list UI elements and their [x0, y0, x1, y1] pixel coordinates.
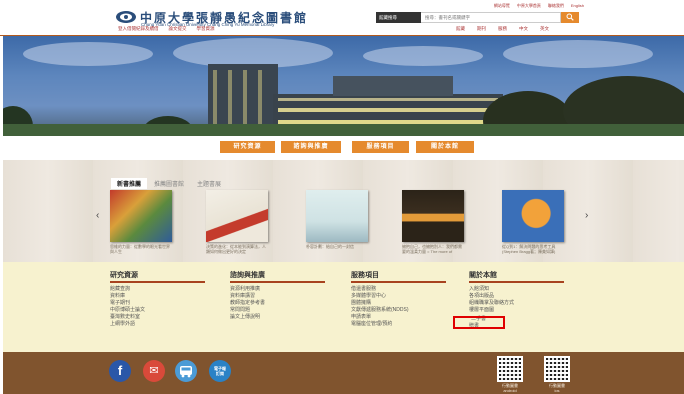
- highlight-box: [453, 316, 505, 329]
- book-item[interactable]: 從Q到1：解決問題的思考工具 (Stephen Bragg著；陳美如譯): [502, 190, 564, 258]
- book-caption[interactable]: 朴容計劃：給自己的一封信: [306, 244, 368, 249]
- university-logo-icon[interactable]: [115, 10, 137, 24]
- book-item[interactable]: 擁抱自己，也擁抱別人：我們都需要的溫柔力量 = The more of: [402, 190, 464, 258]
- subnav-chinese[interactable]: 中文: [519, 26, 528, 32]
- mail-icon[interactable]: ✉: [143, 360, 165, 382]
- subnav-thesis[interactable]: 論文提交: [169, 26, 187, 32]
- footer-link[interactable]: 入館須知: [469, 286, 579, 293]
- book-item[interactable]: 思維的力量：從數學的眼光看世界與人生: [110, 190, 172, 258]
- footer-column-research: 研究資源 館藏查詢 資料庫 電子期刊 中原博碩士論文 臺灣數史料室 上網學外語: [110, 270, 220, 328]
- book-cover[interactable]: [502, 190, 564, 242]
- shelf-tab-themed[interactable]: 主題書展: [191, 178, 227, 189]
- footer-link[interactable]: 常問問題: [230, 307, 340, 314]
- top-link-english[interactable]: English: [571, 3, 584, 9]
- sub-navigation: 登入借閱紀錄及續借 論文提交 學習資源 館藏 期刊 服務 中文 英文: [0, 26, 684, 34]
- carousel-prev-arrow-icon[interactable]: ‹: [96, 210, 99, 221]
- footer-link[interactable]: 文獻傳遞服務系統(NDDS): [351, 307, 461, 314]
- top-link-contact[interactable]: 聯絡我們: [548, 3, 564, 9]
- book-cover[interactable]: [402, 190, 464, 242]
- search-input[interactable]: [421, 12, 561, 23]
- bus-glyph-icon: [180, 366, 192, 378]
- hero-banner-image: [3, 36, 684, 136]
- bus-icon[interactable]: [175, 360, 197, 382]
- footer-link[interactable]: 多媒體學習中心: [351, 293, 461, 300]
- search-button[interactable]: [561, 12, 579, 23]
- book-cover[interactable]: [306, 190, 368, 242]
- footer-link[interactable]: 資源利用推廣: [230, 286, 340, 293]
- tab-services[interactable]: 服務項目: [352, 141, 409, 153]
- footer-link[interactable]: 團體擁購: [351, 300, 461, 307]
- footer-link[interactable]: 館藏查詢: [110, 286, 220, 293]
- footer-link[interactable]: 借還書服務: [351, 286, 461, 293]
- book-item[interactable]: 決策的進化：從本能到演算法，人類如何做出更好的決定: [206, 190, 268, 258]
- book-item[interactable]: 朴容計劃：給自己的一封信: [306, 190, 368, 258]
- book-caption[interactable]: 決策的進化：從本能到演算法，人類如何做出更好的決定: [206, 244, 268, 254]
- shelf-tab-new-books[interactable]: 新書推薦: [111, 178, 148, 189]
- column-heading: 諮詢與推廣: [230, 270, 325, 283]
- footer-bottom-bar: f ✉ 電子報 訂閱 行動圖書 android 行動圖書 ios: [3, 352, 684, 394]
- footer-column-consulting: 諮詢與推廣 資源利用推廣 資料庫講習 教師指定參考書 常問問題 論文上傳說明: [230, 270, 340, 321]
- subnav-services[interactable]: 服務: [498, 26, 507, 32]
- footer-link[interactable]: 資料庫講習: [230, 293, 340, 300]
- search-icon: [566, 13, 574, 21]
- subnav-login[interactable]: 登入借閱紀錄及續借: [118, 26, 159, 32]
- footer-link[interactable]: 資料庫: [110, 293, 220, 300]
- shelf-tabs: 新書推薦 推薦圖書館 主題書展: [111, 178, 227, 189]
- qr-code-android-icon[interactable]: [497, 356, 523, 382]
- qr-code-ios-icon[interactable]: [544, 356, 570, 382]
- tab-consulting[interactable]: 諮詢與推廣: [281, 141, 341, 153]
- facebook-icon[interactable]: f: [109, 360, 131, 382]
- qr-caption-ios: 行動圖書 ios: [549, 383, 565, 393]
- top-links: 網站導覽 中原大學首頁 聯絡我們 English: [494, 3, 584, 9]
- tab-research-resources[interactable]: 研究資源: [220, 141, 275, 153]
- search-scope-select[interactable]: 館藏搜尋: [376, 12, 421, 23]
- book-cover[interactable]: [110, 190, 172, 242]
- column-heading: 研究資源: [110, 270, 205, 283]
- footer-links: 研究資源 館藏查詢 資料庫 電子期刊 中原博碩士論文 臺灣數史料室 上網學外語 …: [3, 262, 684, 352]
- shelf-tab-recommended[interactable]: 推薦圖書館: [148, 178, 190, 189]
- top-link-sitemap[interactable]: 網站導覽: [494, 3, 510, 9]
- subnav-collection[interactable]: 館藏: [456, 26, 465, 32]
- new-books-carousel: 新書推薦 推薦圖書館 主題書展 ‹ › 思維的力量：從數學的眼光看世界與人生 決…: [3, 160, 684, 262]
- carousel-next-arrow-icon[interactable]: ›: [585, 210, 588, 221]
- subnav-journals[interactable]: 期刊: [477, 26, 486, 32]
- column-heading: 關於本館: [469, 270, 564, 283]
- footer-link[interactable]: 樓層平面圖: [469, 307, 579, 314]
- subnav-english[interactable]: 英文: [540, 26, 549, 32]
- footer-link[interactable]: 中原博碩士論文: [110, 307, 220, 314]
- footer-link[interactable]: 教師指定參考書: [230, 300, 340, 307]
- book-caption[interactable]: 思維的力量：從數學的眼光看世界與人生: [110, 244, 172, 254]
- footer-link[interactable]: 組織職掌及聯絡方式: [469, 300, 579, 307]
- footer-link[interactable]: 電子期刊: [110, 300, 220, 307]
- library-homepage: 中原大學張靜愚紀念圖書館 Chung Yuan Christian Univer…: [0, 0, 684, 394]
- footer-link[interactable]: 各項出版品: [469, 293, 579, 300]
- footer-link[interactable]: 論文上傳說明: [230, 314, 340, 321]
- newsletter-subscribe-icon[interactable]: 電子報 訂閱: [209, 360, 231, 382]
- footer-link[interactable]: 上網學外語: [110, 321, 220, 328]
- book-caption[interactable]: 擁抱自己，也擁抱別人：我們都需要的溫柔力量 = The more of: [402, 244, 464, 254]
- footer-link[interactable]: 電腦座位管理/預約: [351, 321, 461, 328]
- tab-about[interactable]: 關於本館: [416, 141, 474, 153]
- subnav-learning[interactable]: 學習資源: [197, 26, 215, 32]
- column-heading: 服務項目: [351, 270, 446, 283]
- search-bar: 館藏搜尋: [376, 12, 579, 23]
- header: 中原大學張靜愚紀念圖書館 Chung Yuan Christian Univer…: [0, 0, 684, 34]
- book-caption[interactable]: 從Q到1：解決問題的思考工具 (Stephen Bragg著；陳美如譯): [502, 244, 564, 254]
- qr-caption-android: 行動圖書 android: [502, 383, 518, 393]
- top-link-cycu[interactable]: 中原大學首頁: [517, 3, 541, 9]
- footer-link[interactable]: 臺灣數史料室: [110, 314, 220, 321]
- category-tabs: 研究資源 諮詢與推廣 服務項目 關於本館: [0, 136, 684, 158]
- footer-column-services: 服務項目 借還書服務 多媒體學習中心 團體擁購 文獻傳遞服務系統(NDDS) 申…: [351, 270, 461, 328]
- book-cover[interactable]: [206, 190, 268, 242]
- footer-link[interactable]: 申請表單: [351, 314, 461, 321]
